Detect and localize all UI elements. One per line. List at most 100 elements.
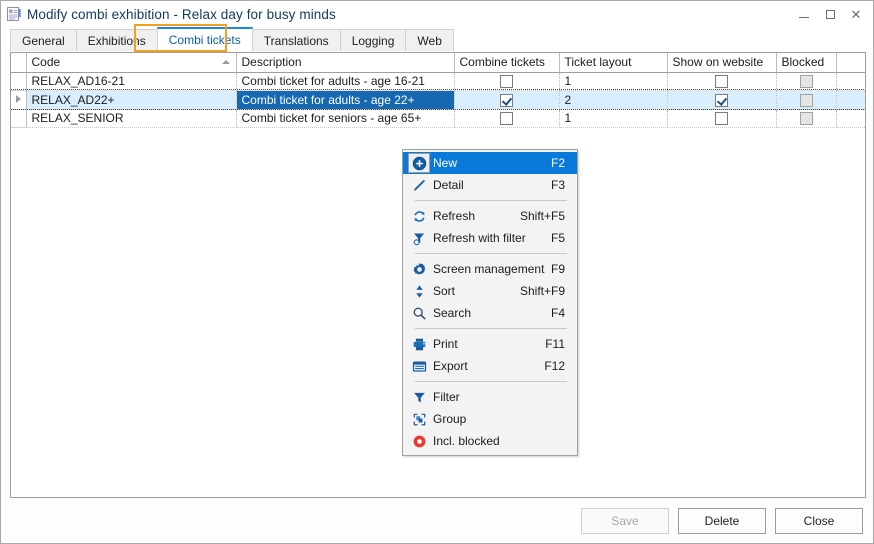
cell-code[interactable]: RELAX_SENIOR xyxy=(26,109,236,127)
maximize-icon[interactable] xyxy=(817,3,843,25)
table-row[interactable]: RELAX_AD22+ Combi ticket for adults - ag… xyxy=(11,90,865,109)
table-row[interactable]: RELAX_AD16-21 Combi ticket for adults - … xyxy=(11,72,865,90)
plus-circle-icon xyxy=(405,153,433,173)
window-controls: ✕ xyxy=(791,1,869,27)
context-menu-item-print[interactable]: Print F11 xyxy=(403,333,577,355)
column-header-ticket-layout[interactable]: Ticket layout xyxy=(559,53,667,72)
column-header-show-on-website[interactable]: Show on website xyxy=(667,53,776,72)
tab-combi-tickets-label: Combi tickets xyxy=(169,33,241,47)
tab-combi-tickets[interactable]: Combi tickets xyxy=(157,27,253,51)
column-header-description[interactable]: Description xyxy=(236,53,454,72)
close-button[interactable]: Close xyxy=(775,508,863,534)
document-lines-icon xyxy=(6,6,22,22)
combine-tickets-checkbox[interactable] xyxy=(500,75,513,88)
tab-general-label: General xyxy=(22,34,65,48)
menu-separator xyxy=(415,200,567,201)
row-indicator xyxy=(11,72,26,90)
context-menu-item-refresh-with-filter-label: Refresh with filter xyxy=(433,231,551,245)
context-menu-item-filter[interactable]: Filter xyxy=(403,386,577,408)
column-header-filler xyxy=(836,53,865,72)
context-menu-item-detail[interactable]: Detail F3 xyxy=(403,174,577,196)
menu-separator xyxy=(415,381,567,382)
cell-filler xyxy=(836,90,865,109)
footer-button-bar: Save Delete Close xyxy=(1,498,873,543)
cell-ticket-layout[interactable]: 1 xyxy=(559,72,667,90)
cell-combine-tickets[interactable] xyxy=(454,90,559,109)
tab-general[interactable]: General xyxy=(10,29,77,51)
tab-web[interactable]: Web xyxy=(405,29,453,51)
cell-description[interactable]: Combi ticket for adults - age 22+ xyxy=(236,90,454,109)
close-icon[interactable]: ✕ xyxy=(843,3,869,25)
window-title: Modify combi exhibition - Relax day for … xyxy=(27,7,336,22)
column-header-code[interactable]: Code xyxy=(26,53,236,72)
cell-show-on-website[interactable] xyxy=(667,72,776,90)
show-on-website-checkbox[interactable] xyxy=(715,112,728,125)
save-button-label: Save xyxy=(611,514,638,528)
cell-filler xyxy=(836,72,865,90)
context-menu-item-detail-label: Detail xyxy=(433,178,551,192)
context-menu-item-print-label: Print xyxy=(433,337,545,351)
column-header-combine-tickets-label: Combine tickets xyxy=(460,55,545,69)
cell-blocked[interactable] xyxy=(776,109,836,127)
combine-tickets-checkbox[interactable] xyxy=(500,94,513,107)
save-button[interactable]: Save xyxy=(581,508,669,534)
column-header-code-label: Code xyxy=(32,55,61,69)
cell-blocked[interactable] xyxy=(776,90,836,109)
context-menu-item-search-label: Search xyxy=(433,306,551,320)
cell-combine-tickets[interactable] xyxy=(454,109,559,127)
cell-code[interactable]: RELAX_AD16-21 xyxy=(26,72,236,90)
cell-description[interactable]: Combi ticket for adults - age 16-21 xyxy=(236,72,454,90)
cell-show-on-website[interactable] xyxy=(667,109,776,127)
context-menu-item-new[interactable]: New F2 xyxy=(403,152,577,174)
title-bar: Modify combi exhibition - Relax day for … xyxy=(1,1,873,27)
cell-combine-tickets[interactable] xyxy=(454,72,559,90)
menu-separator xyxy=(415,253,567,254)
tab-translations-label: Translations xyxy=(264,34,329,48)
delete-button[interactable]: Delete xyxy=(678,508,766,534)
grid-header-row: Code Description Combine tickets Ticket … xyxy=(11,53,865,72)
cell-code[interactable]: RELAX_AD22+ xyxy=(26,90,236,109)
context-menu-item-sort-label: Sort xyxy=(433,284,520,298)
minimize-icon[interactable] xyxy=(791,3,817,25)
tab-exhibitions-label: Exhibitions xyxy=(88,34,146,48)
cell-ticket-layout[interactable]: 1 xyxy=(559,109,667,127)
menu-separator xyxy=(415,328,567,329)
cell-blocked[interactable] xyxy=(776,72,836,90)
row-selector-arrow[interactable] xyxy=(11,90,26,109)
column-header-show-on-website-label: Show on website xyxy=(673,55,764,69)
sort-updown-icon xyxy=(405,284,433,299)
cell-ticket-layout[interactable]: 2 xyxy=(559,90,667,109)
context-menu-item-new-accel: F2 xyxy=(551,156,577,170)
blocked-checkbox xyxy=(800,75,813,88)
combine-tickets-checkbox[interactable] xyxy=(500,112,513,125)
show-on-website-checkbox[interactable] xyxy=(715,75,728,88)
column-header-blocked[interactable]: Blocked xyxy=(776,53,836,72)
table-row[interactable]: RELAX_SENIOR Combi ticket for seniors - … xyxy=(11,109,865,127)
tab-logging[interactable]: Logging xyxy=(340,29,407,51)
context-menu-item-refresh-accel: Shift+F5 xyxy=(520,209,577,223)
context-menu-item-group[interactable]: Group xyxy=(403,408,577,430)
close-button-label: Close xyxy=(804,514,835,528)
context-menu-item-sort-accel: Shift+F9 xyxy=(520,284,577,298)
context-menu-item-screen-management[interactable]: Screen management F9 xyxy=(403,258,577,280)
context-menu-item-sort[interactable]: Sort Shift+F9 xyxy=(403,280,577,302)
cell-description[interactable]: Combi ticket for seniors - age 65+ xyxy=(236,109,454,127)
row-indicator xyxy=(11,109,26,127)
blocked-circle-icon xyxy=(405,434,433,449)
tab-exhibitions[interactable]: Exhibitions xyxy=(76,29,158,51)
context-menu-item-incl-blocked[interactable]: Incl. blocked xyxy=(403,430,577,452)
tab-logging-label: Logging xyxy=(352,34,395,48)
context-menu-item-export-label: Export xyxy=(433,359,544,373)
column-header-combine-tickets[interactable]: Combine tickets xyxy=(454,53,559,72)
show-on-website-checkbox[interactable] xyxy=(715,94,728,107)
cell-show-on-website[interactable] xyxy=(667,90,776,109)
context-menu-item-group-label: Group xyxy=(433,412,565,426)
tab-translations[interactable]: Translations xyxy=(252,29,341,51)
context-menu-item-screen-management-accel: F9 xyxy=(551,262,577,276)
context-menu-item-export[interactable]: Export F12 xyxy=(403,355,577,377)
context-menu-item-refresh-with-filter[interactable]: Refresh with filter F5 xyxy=(403,227,577,249)
context-menu-item-search-accel: F4 xyxy=(551,306,577,320)
context-menu-item-search[interactable]: Search F4 xyxy=(403,302,577,324)
context-menu-item-screen-management-label: Screen management xyxy=(433,262,551,276)
context-menu-item-refresh[interactable]: Refresh Shift+F5 xyxy=(403,205,577,227)
